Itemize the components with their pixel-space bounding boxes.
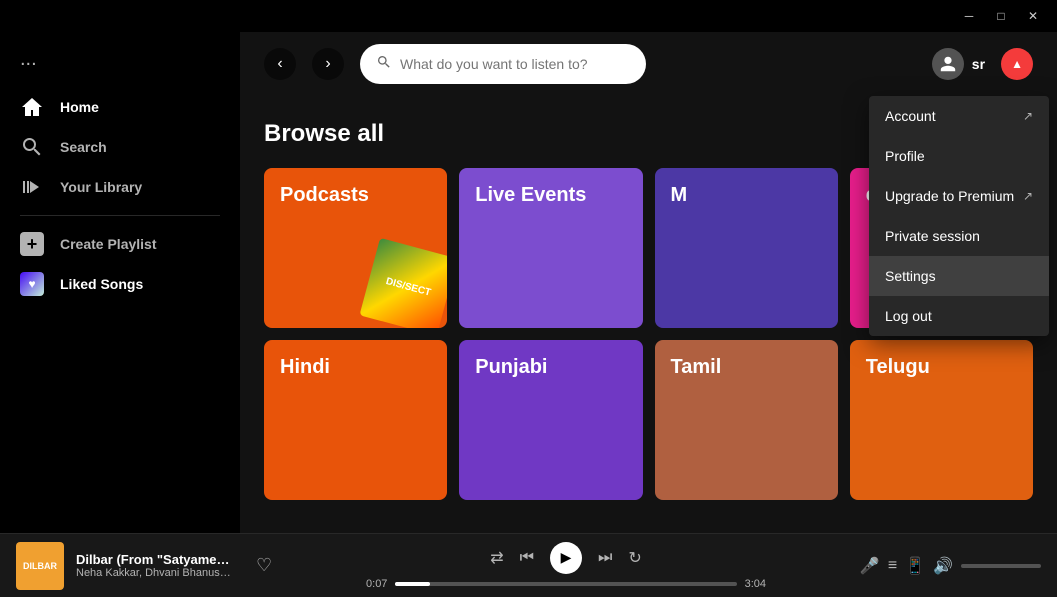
username-label: sr xyxy=(972,56,985,72)
now-playing-art: DILBAR xyxy=(16,542,64,590)
sidebar-divider xyxy=(20,215,220,216)
maximize-button[interactable]: □ xyxy=(985,0,1017,32)
dropdown-item-logout[interactable]: Log out xyxy=(869,296,1049,336)
home-icon xyxy=(20,95,44,119)
profile-label: Profile xyxy=(885,148,925,164)
volume-button[interactable]: 🔊 xyxy=(933,556,953,576)
dropdown-item-settings[interactable]: Settings xyxy=(869,256,1049,296)
card-live-events-label: Live Events xyxy=(475,184,586,207)
progress-bar[interactable] xyxy=(395,582,736,586)
shuffle-button[interactable]: ⇄ xyxy=(490,548,503,568)
search-bar xyxy=(360,44,646,84)
settings-label: Settings xyxy=(885,268,936,284)
three-dots-menu[interactable]: ... xyxy=(0,40,240,87)
upgrade-label: Upgrade to Premium xyxy=(885,188,1014,204)
previous-button[interactable]: ⏮ xyxy=(520,549,534,567)
sidebar-item-search-label: Search xyxy=(60,139,107,155)
back-button[interactable]: ‹ xyxy=(264,48,296,80)
now-playing-info: Dilbar (From "Satyameva Jayate") Neha Ka… xyxy=(76,552,236,579)
devices-button[interactable]: 📱 xyxy=(905,556,925,576)
playback-controls: ⇄ ⏮ ▶ ⏭ ↻ 0:07 3:04 xyxy=(284,542,848,590)
volume-bar[interactable] xyxy=(961,564,1041,568)
right-controls: 🎤 ≡ 📱 🔊 xyxy=(860,556,1041,576)
sidebar-item-liked-songs-label: Liked Songs xyxy=(60,276,143,292)
external-link-icon: ↗ xyxy=(1023,109,1033,123)
repeat-button[interactable]: ↻ xyxy=(628,548,641,568)
heart-button[interactable]: ♡ xyxy=(256,555,272,576)
card-telugu[interactable]: Telugu xyxy=(850,340,1033,500)
sidebar: ... Home Search Your Library + Create Pl… xyxy=(0,32,240,533)
next-button[interactable]: ⏭ xyxy=(598,549,612,567)
sidebar-item-home-label: Home xyxy=(60,99,99,115)
dropdown-item-private-session[interactable]: Private session xyxy=(869,216,1049,256)
user-menu-toggle[interactable]: ▲ xyxy=(1001,48,1033,80)
private-session-label: Private session xyxy=(885,228,980,244)
user-area[interactable]: sr xyxy=(932,48,985,80)
sidebar-item-search[interactable]: Search xyxy=(0,127,240,167)
sidebar-item-library[interactable]: Your Library xyxy=(0,167,240,207)
dropdown-menu: Account ↗ Profile Upgrade to Premium ↗ P… xyxy=(869,96,1049,336)
queue-button[interactable]: ≡ xyxy=(888,557,897,575)
search-bar-icon xyxy=(376,54,392,75)
logout-label: Log out xyxy=(885,308,932,324)
sidebar-item-liked-songs[interactable]: ♥ Liked Songs xyxy=(0,264,240,304)
card-music-label: M xyxy=(671,184,688,207)
card-punjabi-label: Punjabi xyxy=(475,356,547,379)
topbar: ‹ › sr ▲ xyxy=(240,32,1057,96)
card-hindi-label: Hindi xyxy=(280,356,330,379)
play-pause-button[interactable]: ▶ xyxy=(550,542,582,574)
sidebar-item-library-label: Your Library xyxy=(60,179,142,195)
sidebar-item-create-playlist[interactable]: + Create Playlist xyxy=(0,224,240,264)
card-telugu-label: Telugu xyxy=(866,356,930,379)
progress-fill xyxy=(395,582,429,586)
sidebar-item-home[interactable]: Home xyxy=(0,87,240,127)
forward-button[interactable]: › xyxy=(312,48,344,80)
now-playing-title: Dilbar (From "Satyameva Jayate") xyxy=(76,552,236,567)
search-icon xyxy=(20,135,44,159)
card-punjabi[interactable]: Punjabi xyxy=(459,340,642,500)
heart-icon: ♥ xyxy=(20,272,44,296)
lyrics-button[interactable]: 🎤 xyxy=(860,556,880,576)
library-icon xyxy=(20,175,44,199)
dropdown-item-upgrade[interactable]: Upgrade to Premium ↗ xyxy=(869,176,1049,216)
progress-area: 0:07 3:04 xyxy=(366,578,766,590)
account-label: Account xyxy=(885,108,936,124)
card-tamil-label: Tamil xyxy=(671,356,722,379)
plus-icon: + xyxy=(20,232,44,256)
search-input[interactable] xyxy=(400,56,630,72)
podcasts-art: DIS/SECT xyxy=(357,238,447,328)
sidebar-item-create-playlist-label: Create Playlist xyxy=(60,236,157,252)
dropdown-item-account[interactable]: Account ↗ xyxy=(869,96,1049,136)
minimize-button[interactable]: ─ xyxy=(953,0,985,32)
card-music[interactable]: M xyxy=(655,168,838,328)
card-live-events[interactable]: Live Events xyxy=(459,168,642,328)
card-tamil[interactable]: Tamil xyxy=(655,340,838,500)
bottom-bar: DILBAR Dilbar (From "Satyameva Jayate") … xyxy=(0,533,1057,597)
now-playing-artist: Neha Kakkar, Dhvani Bhanushali, Ikka, T xyxy=(76,567,236,579)
close-button[interactable]: ✕ xyxy=(1017,0,1049,32)
titlebar: ─ □ ✕ xyxy=(0,0,1057,32)
dropdown-item-profile[interactable]: Profile xyxy=(869,136,1049,176)
time-total: 3:04 xyxy=(745,578,766,590)
card-hindi[interactable]: Hindi xyxy=(264,340,447,500)
avatar xyxy=(932,48,964,80)
control-buttons: ⇄ ⏮ ▶ ⏭ ↻ xyxy=(490,542,642,574)
time-current: 0:07 xyxy=(366,578,387,590)
card-podcasts[interactable]: Podcasts DIS/SECT xyxy=(264,168,447,328)
card-podcasts-label: Podcasts xyxy=(280,184,369,207)
external-link-icon-2: ↗ xyxy=(1023,189,1033,203)
